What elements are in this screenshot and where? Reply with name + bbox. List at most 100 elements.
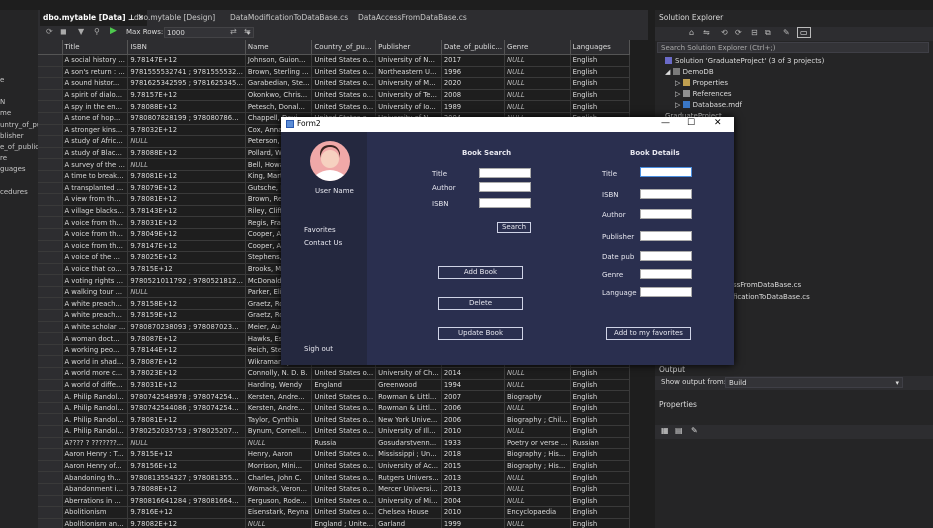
table-row[interactable]: A. Philip Randol... 9780742548978 ; 97807… xyxy=(38,390,630,403)
table-cell[interactable]: University of Mi... xyxy=(375,495,442,508)
expand-arrow-icon[interactable]: ◢ xyxy=(665,68,670,76)
table-cell[interactable]: English xyxy=(570,518,630,528)
table-row[interactable]: Abolitionism 9.7816E+12 Eisenstark, Reyna U… xyxy=(38,506,630,519)
tree-item-data-modification-file[interactable]: ficationToDataBase.cs xyxy=(733,293,810,301)
table-cell[interactable]: University of Ch... xyxy=(375,367,442,380)
table-cell[interactable]: Northeastern U... xyxy=(375,66,442,79)
table-cell[interactable]: Connolly, N. D. B. xyxy=(245,367,313,380)
table-cell[interactable]: NULL xyxy=(504,367,571,380)
collapsed-arrow-icon[interactable]: ▷ xyxy=(675,90,680,98)
table-cell[interactable]: A social history ... xyxy=(62,54,129,67)
table-row[interactable]: A world more c... 9.78023E+12 Connolly, N.… xyxy=(38,367,630,380)
table-cell[interactable]: Henry, Aaron xyxy=(245,448,313,461)
row-header[interactable] xyxy=(38,147,63,160)
table-cell[interactable]: A white scholar ... xyxy=(62,321,129,334)
table-cell[interactable]: United States o... xyxy=(311,413,377,426)
table-cell[interactable]: A world in shad... xyxy=(62,355,129,369)
row-header[interactable] xyxy=(38,506,63,519)
table-row[interactable]: Aaron Henry of... 9.78156E+12 Morrison, Mi… xyxy=(38,460,630,473)
table-cell[interactable]: 9.78087E+12 xyxy=(127,332,246,345)
alphabetical-icon[interactable]: ▤ xyxy=(675,426,683,435)
tree-item-data-access-file[interactable]: ssFromDataBase.cs xyxy=(733,281,801,289)
table-cell[interactable]: England xyxy=(311,379,377,392)
left-panel-item[interactable]: untry_of_pu xyxy=(0,121,38,129)
table-cell[interactable]: 2017 xyxy=(441,54,506,67)
table-cell[interactable]: A survey of the ... xyxy=(62,158,129,171)
row-header[interactable] xyxy=(38,124,63,137)
table-cell[interactable]: A world more c... xyxy=(62,367,129,380)
table-cell[interactable]: 9.78157E+12 xyxy=(127,89,246,102)
table-cell[interactable]: Morrison, Mini... xyxy=(245,460,313,473)
table-cell[interactable]: United States o... xyxy=(311,54,377,67)
table-cell[interactable]: Rowman & Littl... xyxy=(375,402,442,415)
table-cell[interactable]: English xyxy=(570,460,630,473)
table-cell[interactable]: Garland xyxy=(375,518,442,528)
nav-contact-us[interactable]: Contact Us xyxy=(304,239,342,247)
table-cell[interactable]: A world of diffe... xyxy=(62,379,129,392)
table-cell[interactable]: NULL xyxy=(504,471,571,484)
table-cell[interactable]: English xyxy=(570,448,630,461)
table-cell[interactable]: 9781555532741 ; 9781555532... xyxy=(127,66,246,79)
table-row[interactable]: A sound histor... 9781625342595 ; 9781625… xyxy=(38,77,630,90)
table-cell[interactable]: United States o... xyxy=(311,402,377,415)
script-icon[interactable]: ⇆ xyxy=(244,27,251,36)
output-source-select[interactable]: Build ▾ xyxy=(725,377,903,388)
row-header[interactable] xyxy=(38,367,63,380)
row-header[interactable] xyxy=(38,170,63,183)
tree-item-references[interactable]: ▷ References xyxy=(675,90,732,98)
sync-icon[interactable]: ⇋ xyxy=(703,28,710,37)
table-cell[interactable]: A walking tour ... xyxy=(62,286,129,299)
left-panel-item[interactable]: re xyxy=(0,154,7,162)
table-cell[interactable]: Charles, John C. xyxy=(245,471,313,484)
table-cell[interactable]: United States o... xyxy=(311,367,377,380)
table-cell[interactable]: 9780807828199 ; 978080786... xyxy=(127,112,246,125)
table-cell[interactable]: NULL xyxy=(504,66,571,79)
table-cell[interactable]: 9780742548978 ; 978074254... xyxy=(127,390,246,403)
table-cell[interactable]: A spirit of dialo... xyxy=(62,89,129,102)
table-cell[interactable]: 9.78031E+12 xyxy=(127,216,246,229)
close-icon[interactable]: ✕ xyxy=(714,118,722,128)
table-cell[interactable]: 2015 xyxy=(441,460,506,473)
column-header[interactable]: Genre xyxy=(504,40,571,55)
table-cell[interactable]: 2014 xyxy=(441,367,506,380)
table-cell[interactable]: Gosudarstvenn... xyxy=(375,437,442,450)
table-cell[interactable]: A stronger kins... xyxy=(62,124,129,137)
row-header[interactable] xyxy=(38,344,63,357)
table-cell[interactable]: Greenwood xyxy=(375,379,442,392)
detail-author-input[interactable] xyxy=(640,209,692,219)
table-cell[interactable]: A. Philip Randol... xyxy=(62,413,129,426)
table-cell[interactable]: 9780742544086 ; 978074254... xyxy=(127,402,246,415)
row-header[interactable] xyxy=(38,355,63,369)
table-row[interactable]: Aaron Henry : T... 9.7815E+12 Henry, Aaron… xyxy=(38,448,630,461)
table-cell[interactable]: A. Philip Randol... xyxy=(62,390,129,403)
table-cell[interactable]: 9.78049E+12 xyxy=(127,228,246,241)
table-cell[interactable]: Kersten, Andre... xyxy=(245,402,313,415)
tab-mytable-design[interactable]: dbo.mytable [Design] xyxy=(134,10,215,26)
table-cell[interactable]: A. Philip Randol... xyxy=(62,402,129,415)
table-cell[interactable]: United States o... xyxy=(311,483,377,496)
categorized-icon[interactable]: ▦ xyxy=(661,426,669,435)
column-header[interactable]: ISBN xyxy=(127,40,246,55)
table-cell[interactable]: A village blacks... xyxy=(62,205,129,218)
delete-button[interactable]: Delete xyxy=(438,297,523,310)
table-cell[interactable]: A study of Blac... xyxy=(62,147,129,160)
table-cell[interactable]: Eisenstark, Reyna xyxy=(245,506,313,519)
table-cell[interactable]: A voice of the ... xyxy=(62,251,129,264)
row-header[interactable] xyxy=(38,112,63,125)
table-row[interactable]: Abolitionism an... 9.78082E+12 NULL England… xyxy=(38,518,630,528)
table-cell[interactable]: English xyxy=(570,54,630,67)
search-title-input[interactable] xyxy=(479,168,531,178)
table-cell[interactable]: A voting rights ... xyxy=(62,274,129,287)
table-row[interactable]: Aberrations in ... 9780816641284 ; 978081… xyxy=(38,495,630,508)
row-header[interactable] xyxy=(38,286,63,299)
table-cell[interactable]: English xyxy=(570,483,630,496)
table-cell[interactable]: English xyxy=(570,367,630,380)
nav-favorites[interactable]: Favorites xyxy=(304,226,336,234)
table-cell[interactable]: A stone of hop... xyxy=(62,112,129,125)
row-header-corner[interactable] xyxy=(38,40,63,55)
table-cell[interactable]: A white preach... xyxy=(62,309,129,322)
row-header[interactable] xyxy=(38,240,63,253)
table-cell[interactable]: English xyxy=(570,66,630,79)
table-row[interactable]: A. Philip Randol... 9780742544086 ; 97807… xyxy=(38,402,630,415)
table-cell[interactable]: Aberrations in ... xyxy=(62,495,129,508)
